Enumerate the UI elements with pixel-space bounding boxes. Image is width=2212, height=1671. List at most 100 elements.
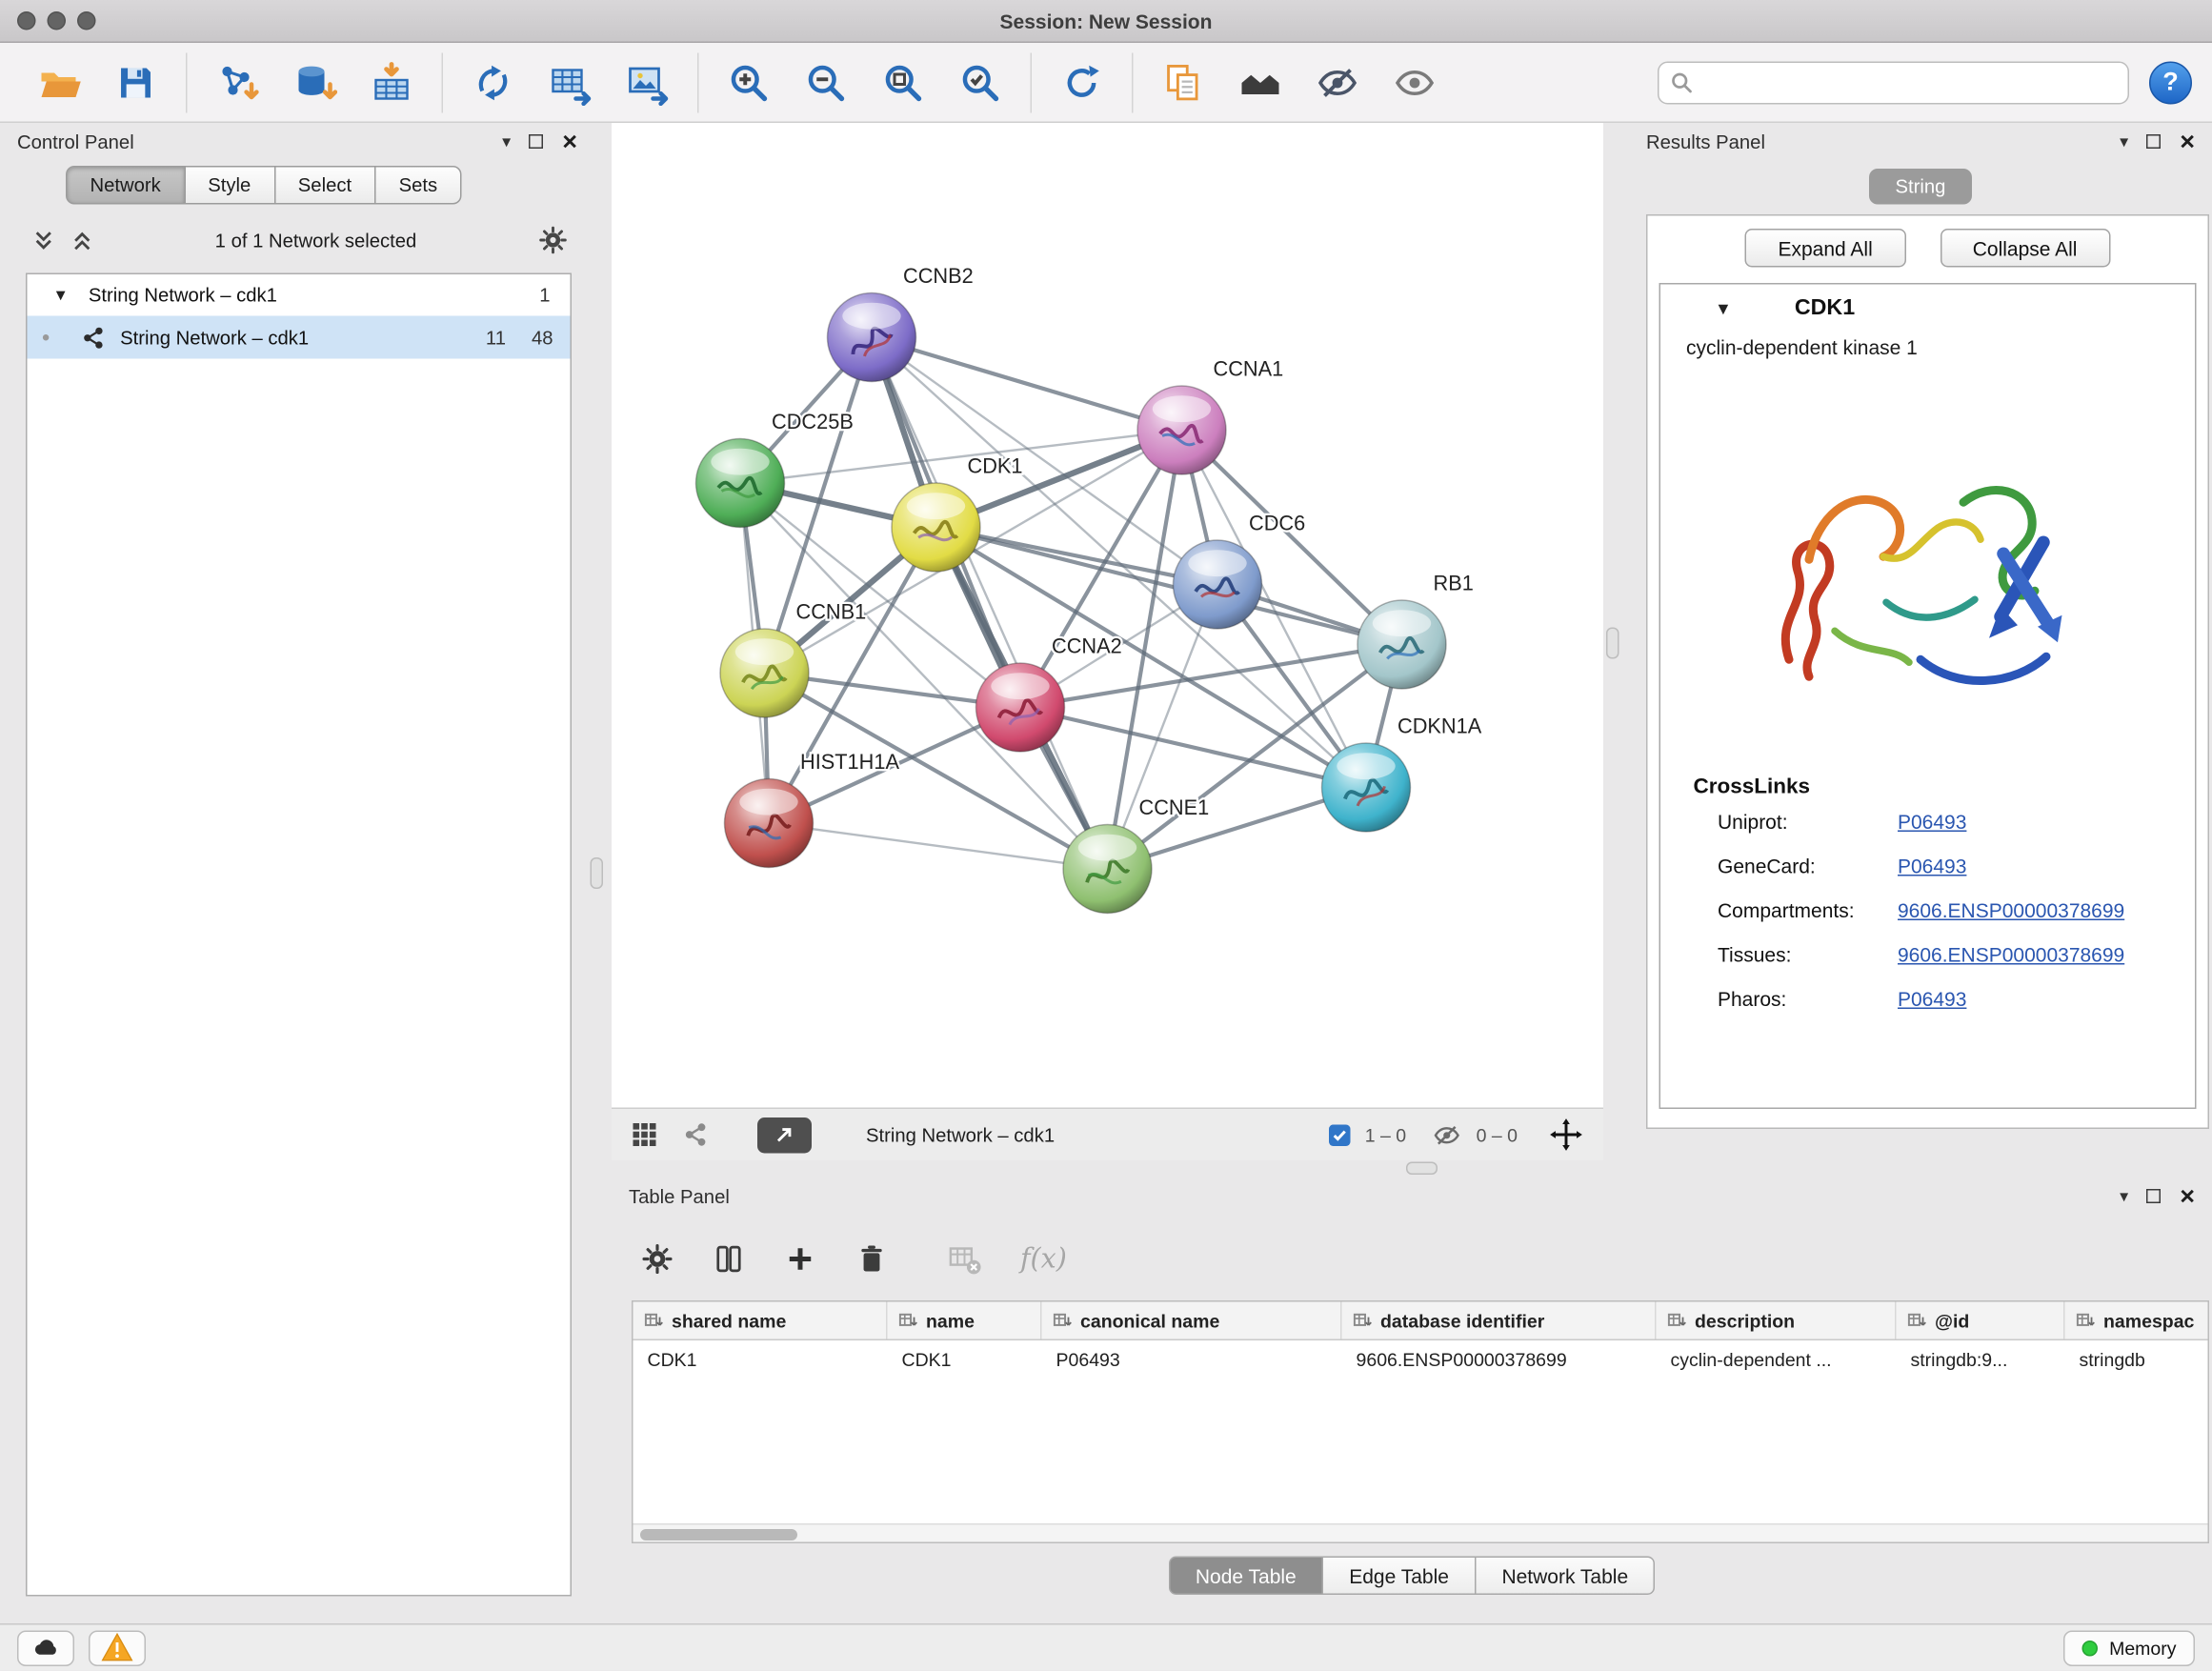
gear-icon[interactable] — [537, 225, 569, 256]
search-box[interactable] — [1658, 61, 2129, 104]
crosslink-link[interactable]: P06493 — [1898, 854, 1966, 876]
tab-network[interactable]: Network — [66, 166, 185, 205]
tab-sets[interactable]: Sets — [376, 166, 462, 205]
grid-icon[interactable] — [632, 1122, 657, 1148]
crosslink-link[interactable]: P06493 — [1898, 810, 1966, 833]
network-edge[interactable] — [872, 337, 1108, 869]
trash-icon[interactable] — [855, 1242, 889, 1277]
network-edge[interactable] — [872, 337, 1182, 431]
network-edge[interactable] — [936, 528, 1402, 645]
help-button[interactable]: ? — [2149, 61, 2192, 104]
zoom-window-button[interactable] — [77, 11, 96, 30]
network-tools-button[interactable] — [460, 50, 526, 115]
network-collection-row[interactable]: ▼ String Network – cdk1 1 — [28, 274, 571, 316]
panel-close-icon[interactable]: × — [562, 129, 577, 154]
network-node-ccnb1[interactable] — [720, 629, 809, 717]
panel-float-icon[interactable] — [2147, 1189, 2162, 1203]
panel-collapse-icon[interactable]: ▾ — [2120, 1188, 2128, 1205]
minimize-window-button[interactable] — [48, 11, 67, 30]
eye-slash-icon[interactable] — [1432, 1119, 1462, 1150]
zoom-out-button[interactable] — [794, 50, 859, 115]
column-header[interactable]: canonical name — [1042, 1302, 1342, 1339]
network-canvas[interactable]: CCNB2CCNA1CDC25BCDK1CDC6RB1CCNB1CCNA2CDK… — [612, 123, 1603, 1108]
table-cell[interactable]: cyclin-dependent ... — [1657, 1349, 1897, 1371]
panel-collapse-icon[interactable]: ▾ — [2120, 133, 2128, 151]
chevrons-up-icon[interactable] — [70, 228, 95, 252]
network-row-selected[interactable]: ● String Network – cdk1 11 48 — [28, 316, 571, 359]
column-header[interactable]: description — [1657, 1302, 1897, 1339]
column-header[interactable]: shared name — [633, 1302, 888, 1339]
crosslink-link[interactable]: P06493 — [1898, 987, 1966, 1010]
copy-documents-button[interactable] — [1151, 50, 1217, 115]
warning-button[interactable] — [89, 1630, 146, 1666]
network-node-ccna2[interactable] — [976, 663, 1065, 752]
panel-close-icon[interactable]: × — [2180, 129, 2195, 154]
table-cell[interactable]: 9606.ENSP00000378699 — [1342, 1349, 1657, 1371]
section-disclosure-icon[interactable]: ▼ — [1715, 299, 1732, 319]
hide-selected-button[interactable] — [1305, 50, 1371, 115]
column-header[interactable]: database identifier — [1342, 1302, 1657, 1339]
network-node-ccnb2[interactable] — [828, 293, 916, 382]
panel-float-icon[interactable] — [2147, 134, 2162, 149]
move-crosshair-icon[interactable] — [1549, 1117, 1583, 1152]
tab-edge-table[interactable]: Edge Table — [1323, 1557, 1476, 1596]
panel-float-icon[interactable] — [530, 134, 544, 149]
close-window-button[interactable] — [17, 11, 36, 30]
open-session-button[interactable] — [26, 50, 91, 115]
table-cell[interactable]: P06493 — [1042, 1349, 1342, 1371]
expand-all-button[interactable]: Expand All — [1745, 229, 1905, 268]
apply-layout-button[interactable] — [1049, 50, 1115, 115]
import-table-button[interactable] — [359, 50, 425, 115]
network-node-cdk1[interactable] — [892, 483, 980, 572]
horizontal-scrollbar[interactable] — [633, 1523, 2208, 1542]
share-network-icon[interactable] — [683, 1122, 709, 1148]
network-node-cdc25b[interactable] — [696, 439, 785, 528]
columns-icon[interactable] — [712, 1242, 746, 1277]
cloud-button[interactable] — [17, 1630, 74, 1666]
save-session-button[interactable] — [103, 50, 169, 115]
graphics-details-button[interactable] — [1228, 50, 1294, 115]
right-splitter-handle[interactable] — [1606, 628, 1619, 659]
tree-disclosure-icon[interactable]: ▼ — [53, 287, 69, 304]
panel-collapse-icon[interactable]: ▾ — [502, 133, 511, 151]
delete-table-icon[interactable] — [946, 1240, 983, 1278]
tab-select[interactable]: Select — [275, 166, 376, 205]
crosslink-link[interactable]: 9606.ENSP00000378699 — [1898, 942, 2124, 965]
left-splitter-handle[interactable] — [591, 857, 604, 889]
gear-icon[interactable] — [640, 1242, 674, 1277]
table-row[interactable]: CDK1 CDK1 P06493 9606.ENSP00000378699 cy… — [633, 1340, 2208, 1379]
chevrons-down-icon[interactable] — [31, 228, 56, 252]
network-node-hist1h1a[interactable] — [725, 779, 814, 868]
export-image-button[interactable] — [614, 50, 680, 115]
tab-network-table[interactable]: Network Table — [1476, 1557, 1655, 1596]
tab-node-table[interactable]: Node Table — [1168, 1557, 1323, 1596]
panel-close-icon[interactable]: × — [2180, 1183, 2195, 1209]
network-node-cdkn1a[interactable] — [1322, 743, 1411, 832]
bottom-splitter-handle[interactable] — [1406, 1162, 1438, 1176]
zoom-in-button[interactable] — [716, 50, 782, 115]
network-node-rb1[interactable] — [1357, 600, 1446, 689]
tab-style[interactable]: Style — [185, 166, 275, 205]
network-edge[interactable] — [769, 823, 1108, 869]
column-header[interactable]: name — [888, 1302, 1042, 1339]
column-header[interactable]: namespac — [2065, 1302, 2210, 1339]
plus-icon[interactable] — [783, 1242, 817, 1277]
selected-checkbox[interactable] — [1329, 1124, 1351, 1146]
crosslink-link[interactable]: 9606.ENSP00000378699 — [1898, 898, 2124, 921]
tab-string[interactable]: String — [1870, 169, 1972, 205]
network-node-ccna1[interactable] — [1137, 386, 1226, 474]
table-cell[interactable]: stringdb:9... — [1897, 1349, 2065, 1371]
export-table-button[interactable] — [537, 50, 603, 115]
scrollbar-thumb[interactable] — [640, 1528, 797, 1540]
memory-button[interactable]: Memory — [2063, 1630, 2195, 1666]
table-cell[interactable]: CDK1 — [633, 1349, 888, 1371]
table-cell[interactable]: CDK1 — [888, 1349, 1042, 1371]
protein-section-header[interactable]: ▼ CDK1 — [1660, 285, 2195, 333]
import-network-file-button[interactable] — [205, 50, 271, 115]
network-node-ccne1[interactable] — [1063, 825, 1152, 914]
network-node-cdc6[interactable] — [1174, 540, 1262, 629]
function-builder-button[interactable]: f(x) — [1020, 1243, 1067, 1275]
table-cell[interactable]: stringdb — [2065, 1349, 2210, 1371]
zoom-fit-button[interactable] — [871, 50, 936, 115]
show-all-button[interactable] — [1382, 50, 1448, 115]
